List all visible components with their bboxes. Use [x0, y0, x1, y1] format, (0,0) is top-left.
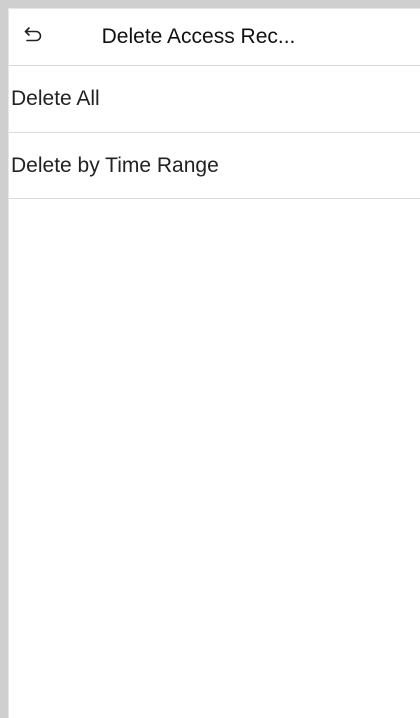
menu-item-label: Delete by Time Range — [11, 153, 219, 177]
menu-item-label: Delete All — [11, 87, 100, 110]
delete-by-time-range-item[interactable]: Delete by Time Range — [9, 133, 420, 199]
delete-all-item[interactable]: Delete All — [9, 66, 420, 133]
device-screen: Delete Access Rec... Delete All Delete b… — [8, 8, 420, 718]
options-list: Delete All Delete by Time Range — [9, 66, 420, 199]
back-button[interactable] — [9, 9, 57, 65]
back-arrow-icon — [23, 25, 43, 50]
device-frame: Delete Access Rec... Delete All Delete b… — [0, 0, 420, 718]
page-title: Delete Access Rec... — [101, 25, 296, 48]
header-bar: Delete Access Rec... — [9, 9, 420, 66]
